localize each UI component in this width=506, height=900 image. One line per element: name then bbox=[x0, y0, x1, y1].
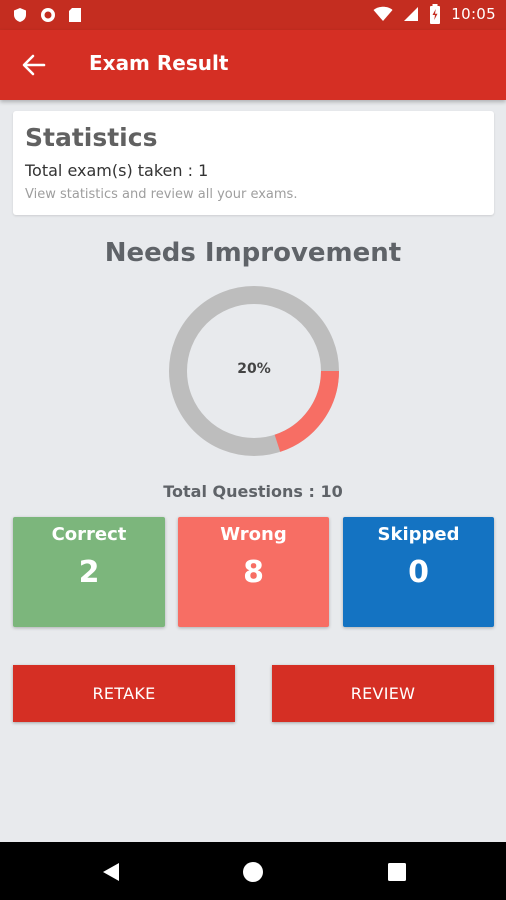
retake-button[interactable]: RETAKE bbox=[13, 665, 235, 722]
status-time: 10:05 bbox=[451, 5, 496, 23]
correct-count: 2 bbox=[78, 555, 100, 590]
wrong-tile: Wrong 8 bbox=[178, 517, 329, 627]
skipped-tile: Skipped 0 bbox=[343, 517, 494, 627]
statistics-description: View statistics and review all your exam… bbox=[25, 187, 298, 202]
statistics-title: Statistics bbox=[25, 123, 158, 152]
status-left-icons bbox=[12, 7, 82, 23]
recents-square-icon bbox=[388, 863, 406, 881]
home-circle-icon bbox=[243, 862, 263, 882]
correct-label: Correct bbox=[51, 524, 127, 545]
nav-recents-button[interactable] bbox=[385, 860, 409, 884]
sd-card-icon bbox=[69, 8, 81, 22]
record-icon bbox=[41, 8, 55, 22]
wifi-icon bbox=[373, 6, 393, 21]
review-button[interactable]: REVIEW bbox=[272, 665, 494, 722]
statistics-card[interactable]: Statistics Total exam(s) taken : 1 View … bbox=[13, 111, 494, 215]
status-right-icons: 10:05 bbox=[373, 4, 496, 24]
page-title: Exam Result bbox=[89, 51, 229, 75]
nav-back-button[interactable] bbox=[99, 860, 123, 884]
arrow-back-icon bbox=[22, 54, 46, 76]
back-triangle-icon bbox=[103, 863, 119, 881]
wrong-count: 8 bbox=[243, 555, 264, 590]
signal-icon bbox=[404, 7, 419, 21]
correct-tile: Correct 2 bbox=[13, 517, 165, 627]
result-verdict: Needs Improvement bbox=[104, 238, 402, 268]
wrong-label: Wrong bbox=[220, 524, 287, 545]
total-questions: Total Questions : 10 bbox=[163, 482, 343, 501]
nav-home-button[interactable] bbox=[241, 860, 265, 884]
shield-icon bbox=[14, 8, 26, 22]
app-bar: Exam Result bbox=[0, 30, 506, 100]
status-bar: 10:05 bbox=[0, 0, 506, 30]
battery-icon bbox=[430, 4, 441, 24]
back-button[interactable] bbox=[20, 52, 50, 78]
system-nav-bar bbox=[0, 842, 506, 900]
skipped-count: 0 bbox=[408, 555, 429, 590]
total-exams-taken: Total exam(s) taken : 1 bbox=[25, 161, 209, 180]
skipped-label: Skipped bbox=[377, 524, 460, 545]
score-percent: 20% bbox=[237, 361, 271, 377]
